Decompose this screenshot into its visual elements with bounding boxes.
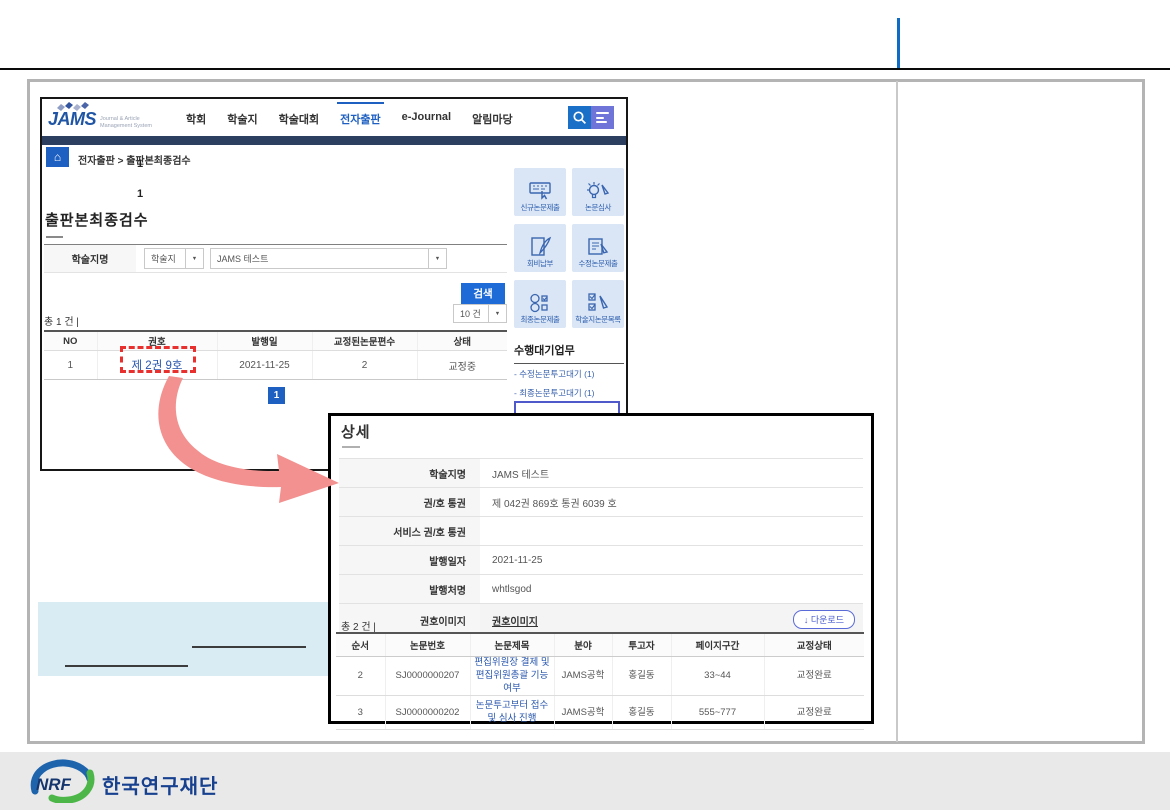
col-corrected-count: 교정된논문편수	[312, 331, 417, 351]
popup-title: 상세	[341, 421, 371, 442]
footer-org-name: 한국연구재단	[102, 770, 218, 799]
bulb-pencil-icon	[585, 180, 611, 202]
faces-check-icon	[527, 292, 553, 314]
chevron-down-icon: ▼	[185, 249, 203, 268]
chevron-down-icon: ▼	[428, 249, 446, 268]
search-form: 학술지명 학술지 ▼ JAMS 테스트 ▼	[44, 244, 507, 273]
main-nav: 학회 학술지 학술대회 전자출판 e-Journal 알림마당	[186, 111, 513, 127]
tile-revised-submission[interactable]: 수정논문제출	[572, 224, 624, 272]
home-button[interactable]: ⌂	[46, 147, 69, 167]
chevron-down-icon: ▼	[488, 305, 506, 322]
col-no: NO	[44, 331, 97, 351]
annotation-2: 1	[137, 188, 143, 200]
nav-society[interactable]: 학회	[186, 111, 206, 127]
frame-column-divider	[896, 81, 898, 742]
nav-ejournal[interactable]: e-Journal	[402, 111, 452, 127]
article-count: 총 2 건 |	[341, 618, 376, 633]
search-icon	[572, 110, 587, 125]
title-underline	[46, 236, 63, 238]
paper-feather-icon	[527, 236, 553, 258]
article-row: 3 SJ0000000202 논문투고부터 접수 및 심사 진행 JAMS공학 …	[336, 696, 864, 730]
detail-value: 제 042권 869호 통권 6039 호	[480, 488, 863, 517]
paper-pencil-icon	[585, 236, 611, 258]
pending-revised-link[interactable]: - 수정논문투고대기 (1)	[514, 365, 626, 384]
journal-type-select[interactable]: 학술지 ▼	[144, 248, 204, 269]
tile-final-submission[interactable]: 최종논문제출	[514, 280, 566, 328]
article-row: 2 SJ0000000207 편집위원장 결제 및 편집위원총괄 기능여부 JA…	[336, 657, 864, 696]
detail-label: 발행처명	[339, 575, 480, 604]
detail-value	[480, 517, 863, 546]
page-size-select[interactable]: 10 건 ▼	[453, 304, 507, 323]
detail-label: 학술지명	[339, 459, 480, 488]
tile-new-submission[interactable]: 신규논문제출	[514, 168, 566, 216]
article-table-header: 순서 논문번호 논문제목 분야 투고자 페이지구간 교정상태	[336, 633, 864, 657]
col-pubdate: 발행일	[217, 331, 312, 351]
logo-subtitle: Journal & ArticleManagement System	[100, 116, 152, 130]
nav-notice[interactable]: 알림마당	[472, 111, 512, 127]
issue-table-header: NO 권호 발행일 교정된논문편수 상태	[44, 331, 507, 351]
redaction-line	[65, 665, 188, 667]
detail-table: 학술지명 JAMS 테스트 권/호 통권 제 042권 869호 통권 6039…	[339, 458, 863, 637]
cell-no: 1	[44, 351, 97, 380]
nav-journal[interactable]: 학술지	[227, 111, 257, 127]
col-status: 상태	[417, 331, 507, 351]
article-title-link[interactable]: 논문투고부터 접수 및 심사 진행	[476, 700, 549, 724]
detail-popup: 상세 학술지명 JAMS 테스트 권/호 통권 제 042권 869호 통권 6…	[328, 413, 874, 724]
page-title: 출판본최종검수	[45, 209, 149, 230]
issue-table: NO 권호 발행일 교정된논문편수 상태 1 제 2권 9호 2021-11-2…	[44, 330, 507, 380]
journal-name-select[interactable]: JAMS 테스트 ▼	[210, 248, 447, 269]
note-box	[38, 602, 330, 676]
search-submit-button[interactable]: 검색	[461, 283, 505, 304]
highlight-dashed-box	[120, 346, 196, 373]
detail-label: 발행일자	[339, 546, 480, 575]
home-icon: ⌂	[54, 150, 61, 164]
callout-arrow	[145, 374, 345, 504]
header-actions	[568, 106, 614, 129]
journal-name-label: 학술지명	[44, 245, 136, 272]
article-title-link[interactable]: 편집위원장 결제 및 편집위원총괄 기능여부	[474, 657, 549, 694]
quick-menu: 신규논문제출 논문심사 회비납부	[514, 168, 624, 328]
keyboard-hand-icon	[527, 180, 553, 202]
jams-logo[interactable]: JAMS Journal & ArticleManagement System	[48, 101, 178, 135]
jams-header: JAMS Journal & ArticleManagement System …	[42, 99, 626, 136]
checklist-pencil-icon	[585, 292, 611, 314]
nav-conference[interactable]: 학술대회	[279, 111, 319, 127]
redaction-line	[192, 646, 306, 648]
detail-value: whtlsgod	[480, 575, 863, 604]
tile-journal-article-list[interactable]: 학술지논문목록	[572, 280, 624, 328]
footer: NRF 한국연구재단	[0, 752, 1170, 810]
nav-epublishing[interactable]: 전자출판	[340, 111, 380, 127]
detail-value: JAMS 테스트	[480, 459, 863, 488]
navy-bar	[42, 136, 626, 145]
menu-button[interactable]	[591, 106, 614, 129]
pending-tasks-title: 수행대기업무	[514, 342, 624, 364]
nrf-logo-icon: NRF	[28, 759, 98, 803]
svg-text:NRF: NRF	[36, 775, 72, 794]
detail-label: 서비스 권/호 통권	[339, 517, 480, 546]
detail-value: 2021-11-25	[480, 546, 863, 575]
search-button[interactable]	[568, 106, 591, 129]
top-black-divider	[0, 68, 1170, 70]
cell-status: 교정중	[417, 351, 507, 380]
detail-label: 권/호 통권	[339, 488, 480, 517]
breadcrumb[interactable]: 전자출판 > 출판본최종검수	[78, 152, 191, 167]
menu-icon	[596, 112, 609, 114]
tile-review[interactable]: 논문심사	[572, 168, 624, 216]
pending-tasks: - 수정논문투고대기 (1) - 최종논문투고대기 (1)	[514, 365, 626, 403]
result-count: 총 1 건 |	[44, 313, 79, 328]
page: JAMS Journal & ArticleManagement System …	[0, 0, 1170, 810]
logo-text: JAMS	[48, 109, 96, 130]
issue-image-link[interactable]: 권호이미지	[492, 617, 538, 628]
top-blue-divider	[897, 18, 900, 69]
annotation-1: 1	[137, 158, 143, 170]
download-button[interactable]: ↓ 다운로드	[793, 610, 855, 629]
article-table: 순서 논문번호 논문제목 분야 투고자 페이지구간 교정상태 2 SJ00000…	[336, 632, 864, 730]
tile-membership-fee[interactable]: 회비납부	[514, 224, 566, 272]
